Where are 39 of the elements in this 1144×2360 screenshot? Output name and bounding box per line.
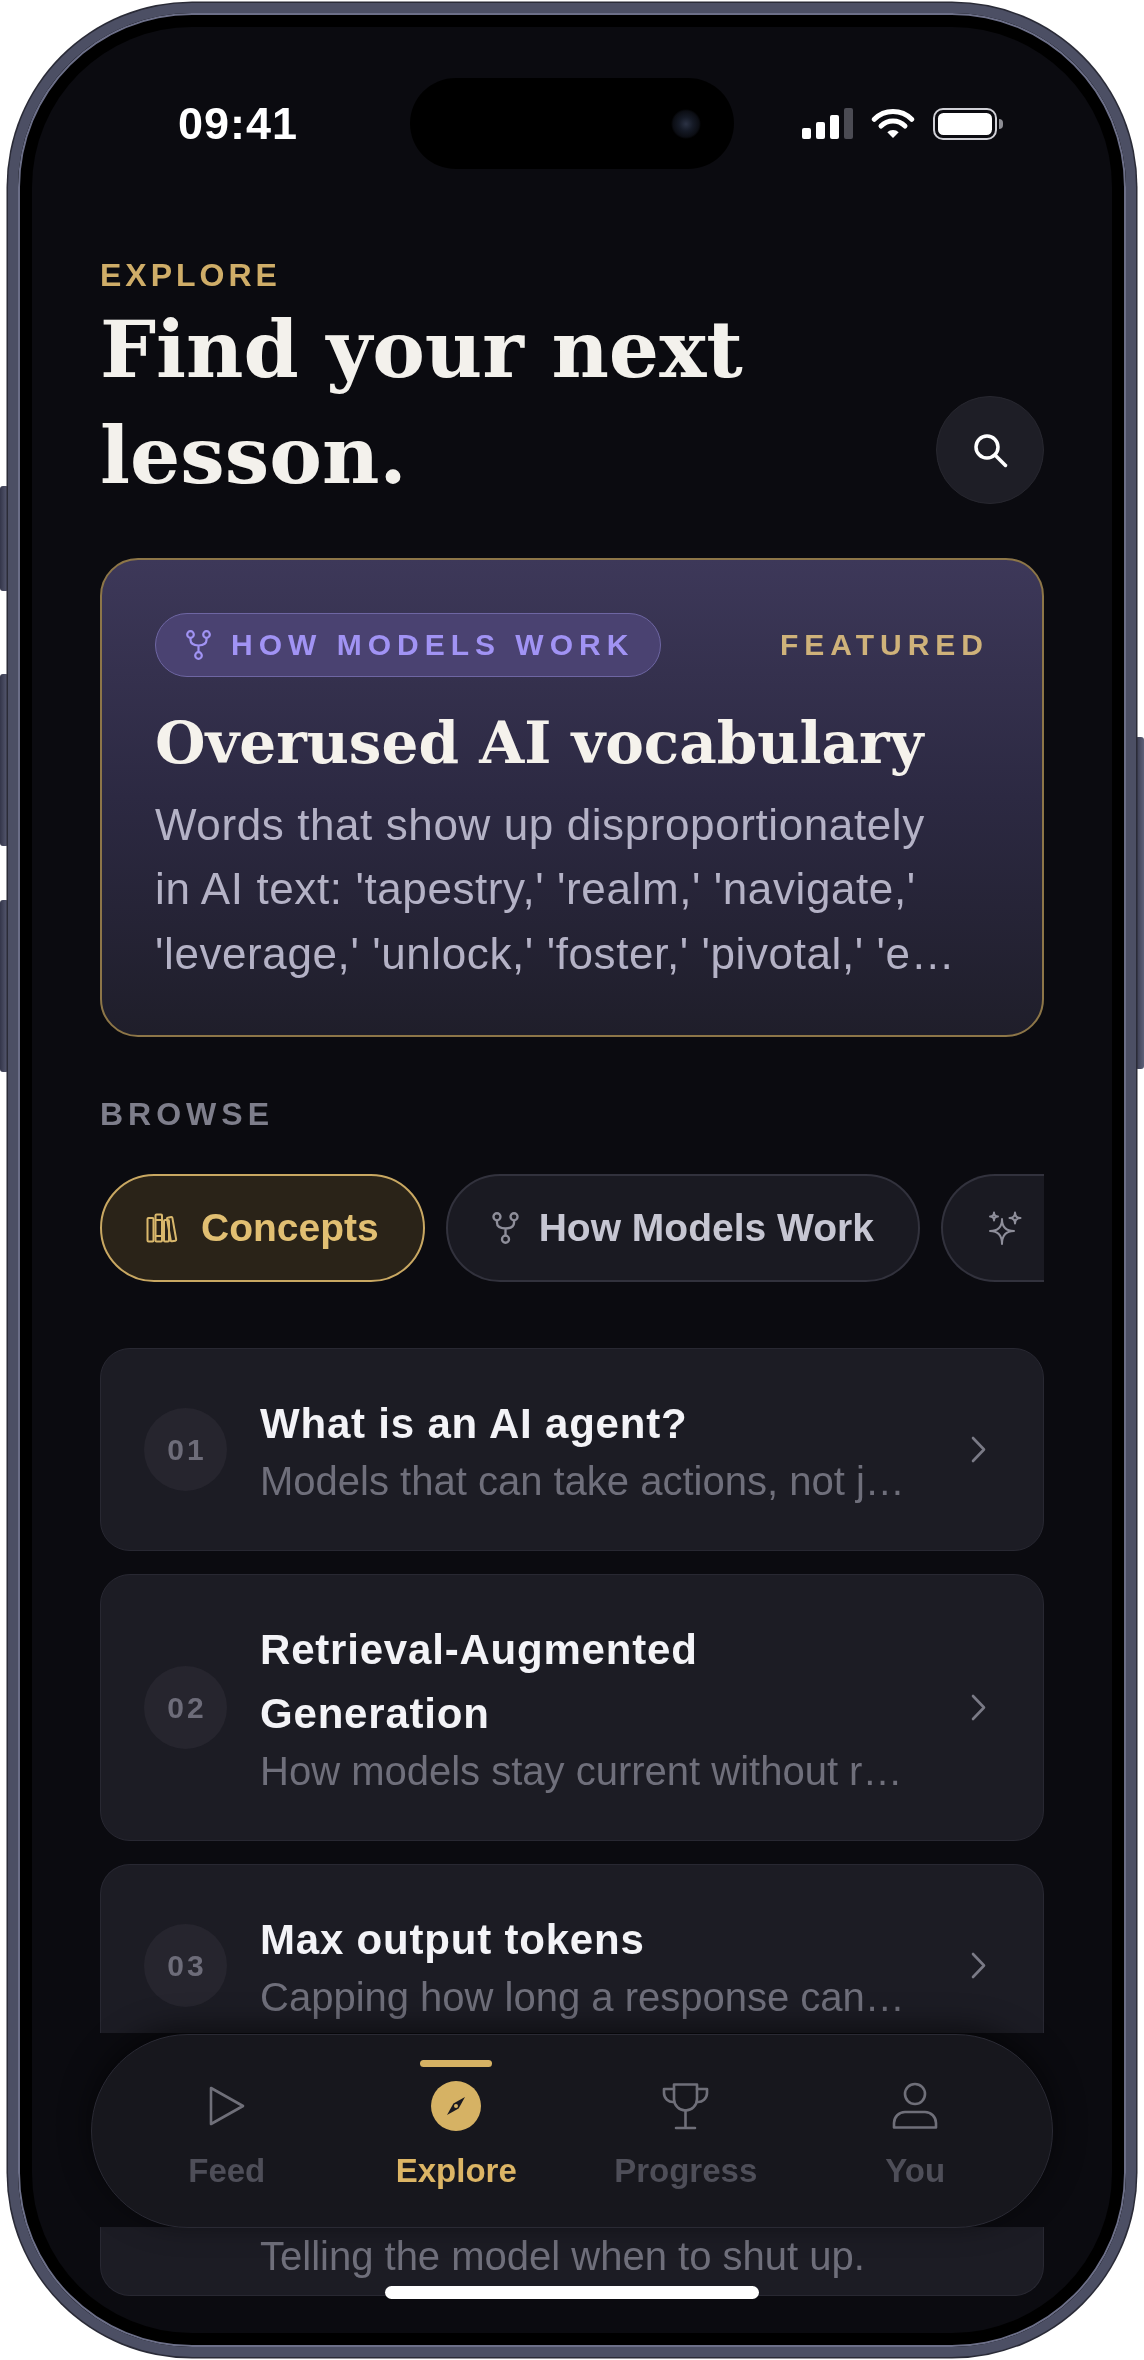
featured-title: Overused AI vocabulary: [155, 708, 926, 778]
lesson-title: Retrieval-Augmented Generation: [260, 1625, 699, 1739]
chevron-icon: [971, 1952, 986, 1979]
lesson-subtitle: Capping how long a response can…: [260, 1974, 906, 2021]
wifi-icon: [871, 108, 915, 139]
nav-tab[interactable]: Explore: [395, 2081, 517, 2191]
fork-icon: [186, 630, 211, 660]
chevron-icon: [971, 1436, 986, 1463]
lesson-title: Max output tokens: [260, 1915, 646, 1965]
lesson-subtitle: How models stay current without r…: [260, 1748, 904, 1795]
lesson-number: 03: [144, 1924, 227, 2007]
signal-icon: [802, 108, 853, 139]
lesson-card[interactable]: 03 Max output tokens Capping how long a response can…: [100, 1864, 1044, 2033]
page-title: Find your next lesson.: [100, 302, 744, 504]
lesson-number: 02: [144, 1666, 227, 1749]
featured-label: FEATURED: [779, 628, 989, 662]
lesson-number: 01: [144, 1408, 227, 1491]
compass-icon: [431, 2081, 482, 2131]
chevron-icon: [971, 1694, 986, 1721]
section-eyebrow: EXPLORE: [100, 257, 282, 293]
play-icon: [207, 2085, 246, 2127]
lesson-title: What is an AI agent?: [260, 1399, 689, 1449]
category-chip[interactable]: How Models Work: [445, 1174, 920, 1282]
search-icon: [972, 432, 1008, 468]
featured-card[interactable]: HOW MODELS WORK FEATURED Overused AI vocabulary Words that show up disproportionately in AI text: 'tapestry,' 'realm,' 'navigate,' 'leverage,' 'unlock,' 'foster,' 'pivotal,' 'e…: [100, 558, 1044, 1037]
status-time: 09:41: [178, 97, 299, 150]
battery-icon: [933, 107, 1004, 140]
category-chip[interactable]: Concepts: [100, 1174, 425, 1282]
featured-description: Words that show up disproportionately in AI text: 'tapestry,' 'realm,' 'navigate,' 'leverage,' 'unlock,' 'foster,' 'pivotal,' 'e…: [155, 798, 957, 980]
sparkles-icon: [986, 1210, 1022, 1246]
person-icon: [891, 2082, 940, 2130]
lesson-subtitle: Models that can take actions, not j…: [260, 1458, 906, 1505]
lesson-card[interactable]: 02 Retrieval-Augmented Generation How models stay current without r…: [100, 1574, 1044, 1841]
section-label: BROWSE: [100, 1096, 275, 1132]
category-chip[interactable]: [940, 1174, 1044, 1282]
fork-icon: [491, 1212, 519, 1244]
lesson-subtitle: Telling the model when to shut up.: [260, 2232, 866, 2280]
lesson-card[interactable]: 01 What is an AI agent? Models that can take actions, not j…: [100, 1348, 1044, 1551]
category-label: HOW MODELS WORK: [231, 628, 635, 662]
